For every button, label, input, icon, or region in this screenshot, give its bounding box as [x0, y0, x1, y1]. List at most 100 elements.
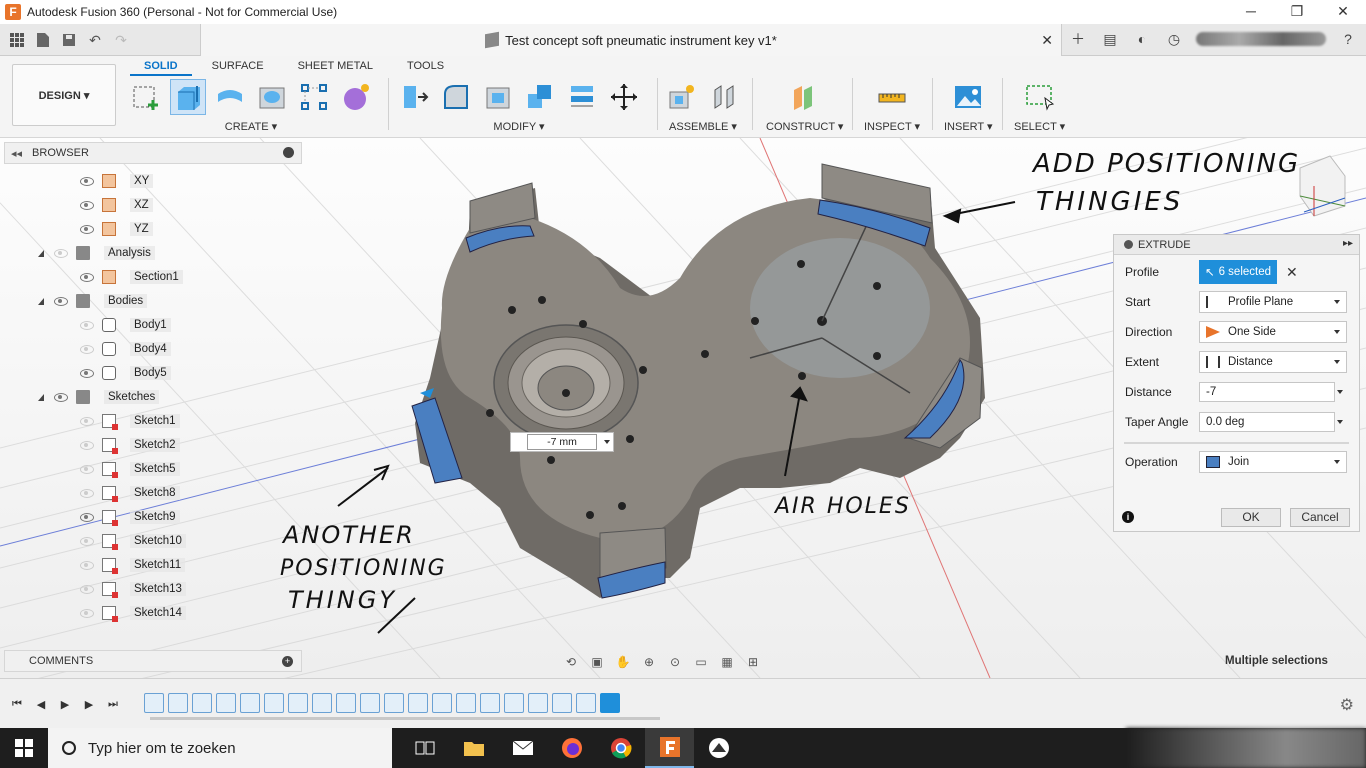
timeline-feature[interactable]: [240, 693, 260, 713]
display-settings-icon[interactable]: ▭: [692, 654, 710, 670]
fit-icon[interactable]: ⊙: [666, 654, 684, 670]
eye-icon[interactable]: [80, 608, 94, 618]
model-body[interactable]: [411, 163, 985, 599]
tab-tools[interactable]: TOOLS: [393, 58, 458, 76]
timeline-feature[interactable]: [264, 693, 284, 713]
eye-icon[interactable]: [80, 464, 94, 474]
dimension-value[interactable]: -7 mm: [527, 434, 597, 450]
timeline-feature[interactable]: [576, 693, 596, 713]
browser-minimize-icon[interactable]: [283, 147, 294, 158]
timeline-feature[interactable]: [168, 693, 188, 713]
save-icon[interactable]: [58, 29, 80, 51]
start-button[interactable]: [0, 728, 48, 768]
play-icon[interactable]: ▶: [58, 697, 72, 711]
timeline-feature[interactable]: [384, 693, 404, 713]
timeline-feature[interactable]: [288, 693, 308, 713]
redo-icon[interactable]: ↷: [110, 29, 132, 51]
new-component-icon[interactable]: [664, 79, 700, 115]
file-menu-icon[interactable]: [32, 29, 54, 51]
eye-icon[interactable]: [54, 296, 68, 306]
autodesk-app-icon[interactable]: [694, 728, 743, 768]
new-tab-plus-icon[interactable]: ＋: [1068, 29, 1088, 49]
insert-menu[interactable]: INSERT ▾: [944, 120, 993, 133]
add-comment-icon[interactable]: +: [282, 656, 293, 667]
firefox-icon[interactable]: [547, 728, 596, 768]
clear-selection-icon[interactable]: ✕: [1286, 264, 1298, 281]
gear-icon[interactable]: ⚙: [1340, 695, 1354, 715]
tab-solid[interactable]: SOLID: [130, 58, 192, 76]
pattern-icon[interactable]: [296, 79, 332, 115]
hole-icon[interactable]: [254, 79, 290, 115]
tab-surface[interactable]: SURFACE: [198, 58, 278, 76]
start-dropdown[interactable]: Profile Plane: [1199, 291, 1347, 313]
expand-triangle-icon[interactable]: [38, 393, 44, 401]
profile-selector-button[interactable]: ↖ 6 selected: [1199, 260, 1277, 284]
assemble-menu[interactable]: ASSEMBLE ▾: [669, 120, 737, 133]
go-to-start-icon[interactable]: ⏮: [10, 697, 24, 711]
tree-item[interactable]: Sketch8: [80, 482, 180, 504]
timeline-feature[interactable]: [504, 693, 524, 713]
timeline-feature[interactable]: [552, 693, 572, 713]
measure-icon[interactable]: [874, 79, 910, 115]
timeline-feature[interactable]: [360, 693, 380, 713]
chevron-down-icon[interactable]: [1337, 390, 1343, 394]
document-tab[interactable]: Test concept soft pneumatic instrument k…: [200, 24, 1062, 56]
workspace-switcher[interactable]: DESIGN ▾: [12, 64, 116, 126]
tree-item[interactable]: Sketch11: [80, 554, 186, 576]
tree-item[interactable]: XZ: [80, 194, 153, 216]
comments-icon[interactable]: ▤: [1100, 29, 1120, 49]
minimize-button[interactable]: ─: [1228, 0, 1274, 24]
insert-image-icon[interactable]: [950, 79, 986, 115]
timeline-feature[interactable]: [312, 693, 332, 713]
tree-item[interactable]: XY: [80, 170, 154, 192]
collapse-panel-icon[interactable]: ◂◂: [11, 147, 22, 160]
eye-icon[interactable]: [54, 392, 68, 402]
user-name-blurred[interactable]: [1196, 32, 1326, 46]
file-explorer-icon[interactable]: [449, 728, 498, 768]
combine-icon[interactable]: [522, 79, 558, 115]
close-tab-icon[interactable]: ✕: [1041, 32, 1053, 49]
tree-folder[interactable]: Sketches: [38, 386, 160, 408]
fusion-360-icon[interactable]: [645, 728, 694, 768]
browser-header[interactable]: ◂◂ BROWSER: [4, 142, 302, 164]
taper-angle-input[interactable]: 0.0 deg: [1199, 412, 1335, 432]
tree-item[interactable]: Sketch13: [80, 578, 186, 600]
tree-item[interactable]: Sketch1: [80, 410, 180, 432]
timeline-current-feature[interactable]: [600, 693, 620, 713]
tree-item[interactable]: Sketch5: [80, 458, 180, 480]
expand-dialog-icon[interactable]: ▸▸: [1343, 238, 1353, 249]
distance-manipulator-input[interactable]: -7 mm: [510, 432, 614, 452]
go-to-end-icon[interactable]: ⏭: [106, 697, 120, 711]
eye-icon[interactable]: [80, 368, 94, 378]
timeline-track[interactable]: [150, 717, 660, 720]
tree-item[interactable]: Section1: [80, 266, 183, 288]
info-icon[interactable]: i: [1122, 511, 1134, 523]
step-forward-icon[interactable]: ▶: [82, 697, 96, 711]
shell-icon[interactable]: [480, 79, 516, 115]
eye-icon[interactable]: [80, 272, 94, 282]
timeline-feature[interactable]: [528, 693, 548, 713]
tree-item[interactable]: Body4: [80, 338, 171, 360]
ok-button[interactable]: OK: [1221, 508, 1281, 527]
eye-icon[interactable]: [80, 176, 94, 186]
zoom-icon[interactable]: ⊕: [640, 654, 658, 670]
fillet-icon[interactable]: [438, 79, 474, 115]
step-back-icon[interactable]: ◀: [34, 697, 48, 711]
eye-icon[interactable]: [80, 416, 94, 426]
undo-icon[interactable]: ↶: [84, 29, 106, 51]
direction-dropdown[interactable]: One Side: [1199, 321, 1347, 343]
chrome-icon[interactable]: [596, 728, 645, 768]
eye-icon[interactable]: [80, 488, 94, 498]
tree-item[interactable]: Sketch14: [80, 602, 186, 624]
inspect-menu[interactable]: INSPECT ▾: [864, 120, 920, 133]
move-copy-icon[interactable]: [606, 79, 642, 115]
tree-folder[interactable]: Bodies: [38, 290, 148, 312]
tree-item[interactable]: Sketch9: [80, 506, 180, 528]
chevron-down-icon[interactable]: [1337, 420, 1343, 424]
cancel-button[interactable]: Cancel: [1290, 508, 1350, 527]
tab-sheet-metal[interactable]: SHEET METAL: [284, 58, 387, 76]
timeline-feature[interactable]: [456, 693, 476, 713]
extrude-icon[interactable]: [170, 79, 206, 115]
expand-triangle-icon[interactable]: [38, 297, 44, 305]
job-status-clock-icon[interactable]: ◷: [1164, 29, 1184, 49]
